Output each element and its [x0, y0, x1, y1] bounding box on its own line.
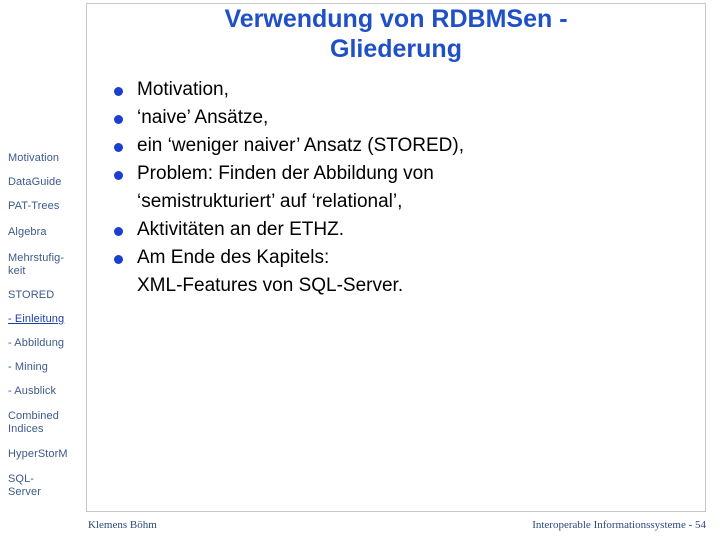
bullet-item: Aktivitäten an der ETHZ. [110, 216, 700, 244]
sidebar-item-motivation[interactable]: Motivation [8, 152, 86, 165]
footer-author: Klemens Böhm [88, 519, 157, 531]
sidebar-item-server[interactable]: Server [8, 486, 86, 499]
bullet-text: ‘naive’ Ansätze, [137, 107, 269, 128]
sidebar-item-combined[interactable]: Combined [8, 410, 86, 423]
bullet-text: Problem: Finden der Abbildung von [137, 163, 434, 184]
page-title-line: Gliederung [330, 35, 462, 63]
bullet-text: Am Ende des Kapitels: [137, 247, 330, 268]
bullet-dot-icon [114, 255, 123, 264]
sidebar-item-hyperstorm[interactable]: HyperStorM [8, 448, 86, 461]
sidebar-item-mehrstufig[interactable]: Mehrstufig- [8, 252, 86, 265]
bullet-list: Motivation, ‘naive’ Ansätze, ein ‘weniger … [110, 76, 700, 300]
sidebar-navigation: Motivation DataGuide PAT-Trees Algebra Mehrs… [0, 0, 86, 512]
slide-canvas: Motivation DataGuide PAT-Trees Algebra Mehrs… [0, 0, 720, 540]
bullet-item: Am Ende des Kapitels: XML-Features von SQ… [110, 244, 700, 300]
bullet-dot-icon [114, 227, 123, 236]
sidebar-item-dataguide[interactable]: DataGuide [8, 176, 86, 189]
bullet-text-continuation: XML-Features von SQL-Server. [137, 275, 404, 296]
bullet-item: ‘naive’ Ansätze, [110, 104, 700, 132]
sidebar-item-indices[interactable]: Indices [8, 423, 86, 436]
sidebar-item-algebra[interactable]: Algebra [8, 226, 86, 239]
sidebar-item-ausblick[interactable]: - Ausblick [8, 385, 86, 398]
bullet-text: ein ‘weniger naiver’ Ansatz (STORED), [137, 135, 464, 156]
bullet-dot-icon [114, 115, 123, 124]
sidebar-item-stored[interactable]: STORED [8, 289, 86, 302]
sidebar-item-mining[interactable]: - Mining [8, 361, 86, 374]
bullet-text: Motivation, [137, 79, 229, 100]
page-title: Verwendung von RDBMSen - Gliederung [86, 4, 706, 64]
page-title-line: Verwendung von RDBMSen - [224, 5, 568, 33]
bullet-text: Aktivitäten an der ETHZ. [137, 219, 344, 240]
sidebar-item-keit[interactable]: keit [8, 265, 86, 278]
bullet-dot-icon [114, 143, 123, 152]
sidebar-item-sql[interactable]: SQL- [8, 473, 86, 486]
bullet-item: Problem: Finden der Abbildung von ‘semist… [110, 160, 700, 216]
bullet-dot-icon [114, 87, 123, 96]
bullet-text-continuation: ‘semistrukturiert’ auf ‘relational’, [137, 191, 403, 212]
bullet-item: Motivation, [110, 76, 700, 104]
bullet-dot-icon [114, 171, 123, 180]
sidebar-item-einleitung[interactable]: - Einleitung [8, 313, 86, 326]
sidebar-item-pat-trees[interactable]: PAT-Trees [8, 200, 86, 213]
bullet-item: ein ‘weniger naiver’ Ansatz (STORED), [110, 132, 700, 160]
sidebar-item-abbildung[interactable]: - Abbildung [8, 337, 86, 350]
footer-course-and-page: Interoperable Informationssysteme - 54 [532, 519, 706, 531]
